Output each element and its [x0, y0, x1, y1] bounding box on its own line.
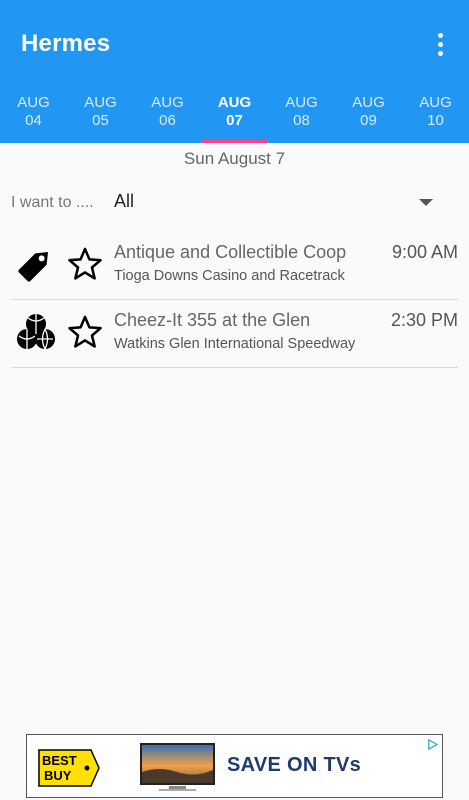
- event-row[interactable]: Cheez-It 355 at the Glen 2:30 PM Watkins…: [11, 299, 458, 368]
- favorite-star-icon[interactable]: [66, 245, 104, 283]
- event-row[interactable]: Antique and Collectible Coop 9:00 AM Tio…: [11, 231, 458, 300]
- event-venue: Tioga Downs Casino and Racetrack: [114, 268, 345, 284]
- price-tag-icon: [18, 251, 49, 282]
- tab-month: AUG: [17, 94, 50, 111]
- event-name: Cheez-It 355 at the Glen: [114, 310, 311, 330]
- tab-month: AUG: [84, 94, 117, 111]
- dropdown-arrow-icon[interactable]: [419, 199, 433, 206]
- tab-aug-05[interactable]: AUG 05: [67, 85, 134, 143]
- event-name: Antique and Collectible Coop: [114, 242, 347, 262]
- filter-label: I want to ....: [11, 194, 94, 211]
- tab-aug-06[interactable]: AUG 06: [134, 85, 201, 143]
- tab-day: 04: [25, 112, 42, 129]
- ad-banner[interactable]: BEST BUY SAVE ON TVs: [26, 734, 443, 798]
- tab-month: AUG: [151, 94, 184, 111]
- tab-day: 06: [159, 112, 176, 129]
- tab-aug-09[interactable]: AUG 09: [335, 85, 402, 143]
- tab-month: AUG: [285, 94, 318, 111]
- event-time: 9:00 AM: [391, 242, 458, 262]
- tab-aug-04[interactable]: AUG 04: [0, 85, 67, 143]
- app-title: Hermes: [21, 30, 111, 57]
- filter-select[interactable]: All: [114, 191, 134, 212]
- tab-day: 07: [226, 112, 243, 129]
- ad-text: SAVE ON TVs: [227, 754, 362, 776]
- adchoices-icon[interactable]: [427, 739, 438, 750]
- tab-aug-07[interactable]: AUG 07: [201, 85, 268, 143]
- logo-text-buy: BUY: [44, 768, 72, 783]
- tv-image: [140, 743, 215, 791]
- event-time: 2:30 PM: [390, 310, 458, 330]
- overflow-menu-icon[interactable]: [428, 30, 452, 58]
- event-venue: Watkins Glen International Speedway: [114, 336, 356, 352]
- date-tabs: AUG 04 AUG 05 AUG 06 AUG 07 AUG 08 AUG 09 AUG 1…: [0, 85, 469, 143]
- app-bar: Hermes AUG 04 AUG 05 AUG 06 AUG 07 AUG 08 AUG…: [0, 0, 469, 143]
- logo-text-best: BEST: [42, 753, 77, 768]
- tab-aug-08[interactable]: AUG 08: [268, 85, 335, 143]
- sports-balls-icon: [17, 314, 55, 350]
- tab-month: AUG: [419, 94, 452, 111]
- tab-day: 10: [427, 112, 444, 129]
- tab-day: 08: [293, 112, 310, 129]
- tab-month: AUG: [352, 94, 385, 111]
- favorite-star-icon[interactable]: [66, 313, 104, 351]
- tab-aug-10[interactable]: AUG 10: [402, 85, 469, 143]
- date-header: Sun August 7: [183, 149, 286, 168]
- best-buy-logo: BEST BUY: [38, 749, 100, 787]
- category-filter[interactable]: I want to .... All: [0, 188, 469, 218]
- tab-indicator: [201, 140, 268, 143]
- tab-month: AUG: [217, 94, 252, 111]
- tab-day: 09: [360, 112, 377, 129]
- tab-day: 05: [92, 112, 109, 129]
